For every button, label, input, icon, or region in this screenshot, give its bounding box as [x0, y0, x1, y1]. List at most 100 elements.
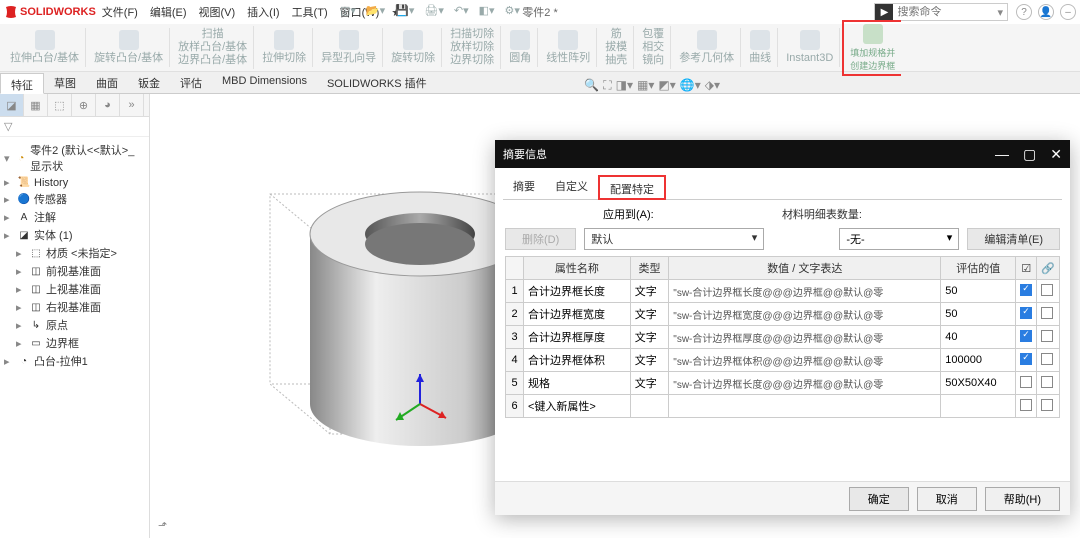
table-row[interactable]: 3合计边界框厚度文字"sw-合计边界框厚度@@@边界框@@默认@零40: [506, 326, 1060, 349]
tree-item[interactable]: ▸◪实体 (1): [4, 226, 145, 244]
edit-list-button[interactable]: 编辑清单(E): [967, 228, 1060, 250]
qat-open-icon[interactable]: 📂▾: [366, 4, 385, 17]
qat-save-icon[interactable]: 💾▾: [395, 4, 414, 17]
section-view-icon[interactable]: ◩▾: [658, 78, 675, 93]
manager-tabs: ◪ ▦ ⬚ ⊕ ◕ »: [0, 94, 149, 117]
qat-rebuild-icon[interactable]: ◧▾: [479, 4, 495, 17]
scene-icon[interactable]: 🌐▾: [680, 78, 701, 93]
close-circle-icon[interactable]: –: [1060, 4, 1076, 20]
qat-options-icon[interactable]: ⚙▾: [505, 4, 520, 17]
dlgtab-config-specific[interactable]: 配置特定: [598, 175, 666, 200]
zoom-area-icon[interactable]: ⛶: [603, 78, 611, 93]
command-tabstrip: 特征 草图 曲面 钣金 评估 MBD Dimensions SOLIDWORKS…: [0, 72, 1080, 94]
feature-tree: ▾◔零件2 (默认<<默认>_显示状 ▸📜History▸🔵传感器▸A注解▸◪实…: [0, 137, 149, 374]
menu-edit[interactable]: 编辑(E): [144, 4, 193, 20]
help-button[interactable]: 帮助(H): [985, 487, 1060, 511]
tree-item[interactable]: ▸◫上视基准面: [4, 280, 145, 298]
chevron-down-icon: ▾: [752, 231, 758, 247]
search-box[interactable]: ▶ ▾: [874, 3, 1008, 21]
ribbon-instant3d[interactable]: Instant3D: [780, 28, 840, 67]
table-row[interactable]: 2合计边界框宽度文字"sw-合计边界框宽度@@@边界框@@默认@零50: [506, 303, 1060, 326]
search-icon[interactable]: ▶: [875, 4, 893, 20]
dlgtab-custom[interactable]: 自定义: [545, 174, 598, 199]
menu-file[interactable]: 文件(F): [96, 4, 144, 20]
mgrtab-dim-icon[interactable]: ⊕: [72, 94, 96, 116]
ribbon-wrap-mirror[interactable]: 包覆 相交 镜向: [636, 26, 671, 70]
ribbon-extrude[interactable]: 拉伸凸台/基体: [4, 28, 86, 67]
menu-tools[interactable]: 工具(T): [286, 4, 334, 20]
mgrtab-property-icon[interactable]: ▦: [24, 94, 48, 116]
tab-features[interactable]: 特征: [0, 73, 44, 94]
ribbon-cut-sweep[interactable]: 扫描切除 放样切除 边界切除: [444, 26, 501, 70]
tree-item[interactable]: ▸⬚材质 <未指定>: [4, 244, 145, 262]
mgrtab-feature-icon[interactable]: ◪: [0, 94, 24, 116]
mgrtab-config-icon[interactable]: ⬚: [48, 94, 72, 116]
maximize-icon[interactable]: ▢: [1023, 146, 1036, 163]
table-row[interactable]: 6<键入新属性>: [506, 395, 1060, 418]
ribbon-revolve[interactable]: 旋转凸台/基体: [88, 28, 170, 67]
dialog-titlebar[interactable]: 摘要信息 — ▢ ✕: [495, 140, 1070, 168]
tab-mbd[interactable]: MBD Dimensions: [212, 72, 317, 93]
dlgtab-summary[interactable]: 摘要: [503, 174, 545, 199]
ribbon-pattern[interactable]: 线性阵列: [540, 28, 597, 67]
mgrtab-more-icon[interactable]: »: [120, 94, 144, 116]
apply-to-select[interactable]: 默认▾: [584, 228, 764, 250]
ribbon-refgeom[interactable]: 参考几何体: [673, 28, 741, 67]
ribbon-add-bbox[interactable]: 填加规格并 创建边界框: [842, 20, 901, 76]
tab-evaluate[interactable]: 评估: [170, 72, 212, 93]
view-toolbar: 🔍 ⛶ ◨▾ ▦▾ ◩▾ 🌐▾ ⬗▾: [584, 78, 720, 93]
menu-insert[interactable]: 插入(I): [241, 4, 285, 20]
table-row[interactable]: 5规格文字"sw-合计边界框长度@@@边界框@@默认@零50X50X40: [506, 372, 1060, 395]
appearance-icon[interactable]: ⬗▾: [705, 78, 720, 93]
close-icon[interactable]: ✕: [1050, 146, 1062, 163]
mgrtab-display-icon[interactable]: ◕: [96, 94, 120, 116]
tree-item[interactable]: ▸🔵传感器: [4, 190, 145, 208]
filter-row[interactable]: ▽: [0, 117, 149, 137]
qat-print-icon[interactable]: 🖨▾: [424, 4, 444, 17]
user-icon[interactable]: 👤: [1038, 4, 1054, 20]
orientation-triad-icon[interactable]: ⬏: [158, 519, 167, 532]
tree-item[interactable]: ▸↳原点: [4, 316, 145, 334]
view-orient-icon[interactable]: ◨▾: [616, 78, 633, 93]
sw-icon: [4, 5, 18, 19]
tree-item[interactable]: ▸◫前视基准面: [4, 262, 145, 280]
search-dropdown-icon[interactable]: ▾: [993, 6, 1007, 19]
ribbon-cut-extrude[interactable]: 拉伸切除: [256, 28, 313, 67]
qat-new-icon[interactable]: ◫▾: [340, 4, 356, 17]
zoom-fit-icon[interactable]: 🔍: [584, 78, 599, 93]
cancel-button[interactable]: 取消: [917, 487, 977, 511]
table-row[interactable]: 1合计边界框长度文字"sw-合计边界框长度@@@边界框@@默认@零50: [506, 280, 1060, 303]
search-input[interactable]: [893, 6, 993, 18]
properties-table: 属性名称 类型 数值 / 文字表达 评估的值 ☑ 🔗 1合计边界框长度文字"sw…: [505, 256, 1060, 418]
display-style-icon[interactable]: ▦▾: [637, 78, 654, 93]
ok-button[interactable]: 确定: [849, 487, 909, 511]
ribbon-sweep-loft[interactable]: 扫描 放样凸台/基体 边界凸台/基体: [172, 26, 254, 70]
apply-to-label: 应用到(A):: [603, 206, 654, 222]
ribbon-cut-revolve[interactable]: 旋转切除: [385, 28, 442, 67]
bom-qty-label: 材料明细表数量:: [782, 206, 862, 222]
tree-item[interactable]: ▸📜History: [4, 175, 145, 190]
tab-surface[interactable]: 曲面: [86, 72, 128, 93]
tree-item[interactable]: ▸A注解: [4, 208, 145, 226]
delete-button[interactable]: 删除(D): [505, 228, 576, 250]
ribbon-hole-wizard[interactable]: 异型孔向导: [315, 28, 383, 67]
table-row[interactable]: 4合计边界框体积文字"sw-合计边界框体积@@@边界框@@默认@零100000: [506, 349, 1060, 372]
help-icon[interactable]: ?: [1016, 4, 1032, 20]
tree-root[interactable]: ▾◔零件2 (默认<<默认>_显示状: [4, 141, 145, 175]
ribbon-curves[interactable]: 曲线: [743, 28, 778, 67]
tree-item[interactable]: ▸▭边界框: [4, 334, 145, 352]
ribbon-fillet[interactable]: 圆角: [503, 28, 538, 67]
minimize-icon[interactable]: —: [995, 146, 1009, 163]
col-expr: 数值 / 文字表达: [669, 257, 941, 280]
tab-sketch[interactable]: 草图: [44, 72, 86, 93]
summary-info-dialog: 摘要信息 — ▢ ✕ 摘要 自定义 配置特定 应用到(A): 材料明细表数量: …: [495, 140, 1070, 515]
tree-item[interactable]: ▸◔凸台-拉伸1: [4, 352, 145, 370]
document-title: 零件2 *: [522, 4, 557, 20]
ribbon-rib-draft[interactable]: 筋 拔模 抽壳: [599, 26, 634, 70]
tab-sheetmetal[interactable]: 钣金: [128, 72, 170, 93]
qat-undo-icon[interactable]: ↶▾: [454, 4, 469, 17]
menu-view[interactable]: 视图(V): [193, 4, 242, 20]
tab-addins[interactable]: SOLIDWORKS 插件: [317, 72, 437, 93]
tree-item[interactable]: ▸◫右视基准面: [4, 298, 145, 316]
bom-qty-select[interactable]: -无-▾: [839, 228, 959, 250]
